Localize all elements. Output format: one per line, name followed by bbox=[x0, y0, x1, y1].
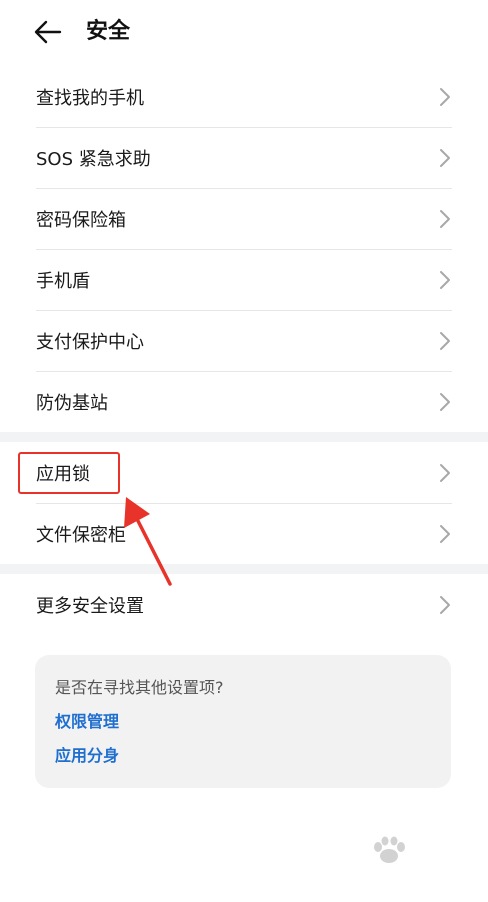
back-button[interactable] bbox=[30, 14, 66, 50]
chevron-right-icon bbox=[440, 332, 450, 350]
menu-item-label: 密码保险箱 bbox=[36, 210, 126, 231]
menu-item-label: 文件保密柜 bbox=[36, 525, 126, 546]
paw-logo-icon bbox=[374, 836, 405, 863]
chevron-right-icon bbox=[440, 463, 450, 482]
menu-item-password-vault[interactable]: 密码保险箱 bbox=[36, 188, 452, 249]
link-permission-management[interactable]: 权限管理 bbox=[55, 711, 431, 733]
menu-item-label: 防伪基站 bbox=[36, 393, 108, 414]
menu-item-file-safe[interactable]: 文件保密柜 bbox=[36, 503, 452, 564]
chevron-right-icon bbox=[440, 271, 450, 289]
header: 安全 bbox=[0, 0, 488, 64]
chevron-right-icon bbox=[440, 210, 450, 228]
chevron-right-icon bbox=[440, 149, 450, 167]
security-settings-page: 安全 查找我的手机 SOS 紧急求助 密码保险箱 手机盾 支付保护中心 防伪基站 bbox=[0, 0, 488, 902]
watermark-spacer bbox=[350, 834, 470, 864]
chevron-right-icon bbox=[440, 525, 450, 543]
section-divider bbox=[0, 564, 488, 574]
menu-item-more-security[interactable]: 更多安全设置 bbox=[36, 574, 452, 635]
menu-item-payment-protection[interactable]: 支付保护中心 bbox=[36, 310, 452, 371]
settings-group-3: 更多安全设置 bbox=[0, 574, 488, 635]
settings-group-1: 查找我的手机 SOS 紧急求助 密码保险箱 手机盾 支付保护中心 防伪基站 bbox=[0, 66, 488, 432]
arrow-left-icon bbox=[34, 20, 62, 44]
menu-item-find-my-phone[interactable]: 查找我的手机 bbox=[36, 66, 452, 127]
watermark bbox=[350, 834, 470, 894]
section-divider bbox=[0, 432, 488, 442]
chevron-right-icon bbox=[440, 393, 450, 411]
menu-item-app-lock[interactable]: 应用锁 bbox=[36, 442, 452, 503]
suggestion-title: 是否在寻找其他设置项? bbox=[55, 678, 224, 697]
chevron-right-icon bbox=[440, 595, 450, 614]
menu-item-fake-base-station[interactable]: 防伪基站 bbox=[36, 371, 452, 432]
page-title: 安全 bbox=[86, 19, 131, 44]
menu-item-label: 更多安全设置 bbox=[36, 595, 144, 617]
settings-group-2: 应用锁 文件保密柜 bbox=[0, 442, 488, 564]
menu-item-label: 应用锁 bbox=[36, 463, 90, 485]
menu-item-label: SOS 紧急求助 bbox=[36, 149, 151, 170]
menu-item-label: 查找我的手机 bbox=[36, 87, 144, 109]
menu-item-sos[interactable]: SOS 紧急求助 bbox=[36, 127, 452, 188]
menu-item-label: 手机盾 bbox=[36, 271, 90, 292]
menu-item-label: 支付保护中心 bbox=[36, 332, 144, 353]
link-app-twin[interactable]: 应用分身 bbox=[55, 745, 431, 767]
chevron-right-icon bbox=[440, 87, 450, 106]
menu-item-phone-shield[interactable]: 手机盾 bbox=[36, 249, 452, 310]
suggestion-card: 是否在寻找其他设置项? 权限管理 应用分身 bbox=[35, 655, 451, 788]
